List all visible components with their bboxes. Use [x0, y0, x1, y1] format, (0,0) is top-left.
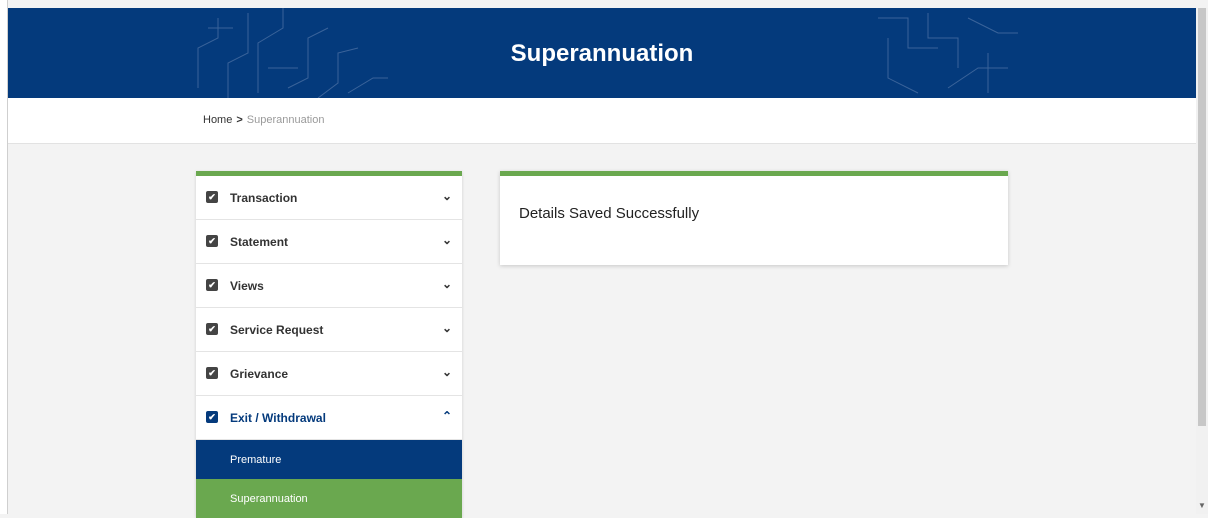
breadcrumb-separator: >: [236, 114, 243, 126]
breadcrumb-home-link[interactable]: Home: [203, 114, 232, 126]
sidebar-item-label: Service Request: [230, 323, 324, 337]
success-message: Details Saved Successfully: [519, 205, 700, 222]
sidebar-subitem-premature[interactable]: Premature: [196, 440, 462, 479]
sidebar-item-label: Exit / Withdrawal: [230, 411, 326, 425]
sidebar-subitem-label: Premature: [230, 454, 282, 466]
sidebar-item-grievance[interactable]: ✔ Grievance ⌄: [196, 352, 462, 396]
checkbox-icon: ✔: [206, 367, 218, 379]
window-frame: [0, 0, 8, 514]
chevron-down-icon: ⌄: [441, 233, 452, 247]
vertical-scrollbar[interactable]: ▼: [1196, 8, 1208, 514]
sidebar-subitem-superannuation[interactable]: Superannuation: [196, 479, 462, 518]
scroll-down-arrow-icon[interactable]: ▼: [1198, 501, 1206, 510]
success-message-card: Details Saved Successfully: [500, 171, 1008, 265]
sidebar-item-service-request[interactable]: ✔ Service Request ⌄: [196, 308, 462, 352]
breadcrumb: Home > Superannuation: [203, 114, 324, 126]
sidebar-item-transaction[interactable]: ✔ Transaction ⌄: [196, 176, 462, 220]
chevron-up-icon: ⌃: [441, 409, 452, 423]
sidebar-subitem-label: Superannuation: [230, 493, 308, 505]
page-title: Superannuation: [510, 40, 694, 67]
chevron-down-icon: ⌄: [441, 365, 452, 379]
sidebar-item-label: Statement: [230, 235, 289, 249]
sidebar-menu: ✔ Transaction ⌄ ✔ Statement ⌄ ✔ Views ⌄ …: [196, 171, 462, 518]
breadcrumb-bar: Home > Superannuation: [8, 98, 1196, 144]
scrollbar-thumb[interactable]: [1198, 8, 1206, 426]
sidebar-item-label: Transaction: [230, 191, 298, 205]
chevron-down-icon: ⌄: [441, 277, 452, 291]
checkbox-icon: ✔: [206, 411, 218, 423]
breadcrumb-current: Superannuation: [246, 114, 325, 126]
sidebar-item-views[interactable]: ✔ Views ⌄: [196, 264, 462, 308]
checkbox-icon: ✔: [206, 323, 218, 335]
checkbox-icon: ✔: [206, 191, 218, 203]
sidebar-item-exit-withdrawal[interactable]: ✔ Exit / Withdrawal ⌃: [196, 396, 462, 440]
checkbox-icon: ✔: [206, 235, 218, 247]
page-header: Superannuation: [8, 8, 1196, 98]
checkbox-icon: ✔: [206, 279, 218, 291]
chevron-down-icon: ⌄: [441, 321, 452, 335]
chevron-down-icon: ⌄: [441, 189, 452, 203]
sidebar-item-statement[interactable]: ✔ Statement ⌄: [196, 220, 462, 264]
sidebar-item-label: Grievance: [230, 367, 289, 381]
sidebar-item-label: Views: [230, 279, 264, 293]
